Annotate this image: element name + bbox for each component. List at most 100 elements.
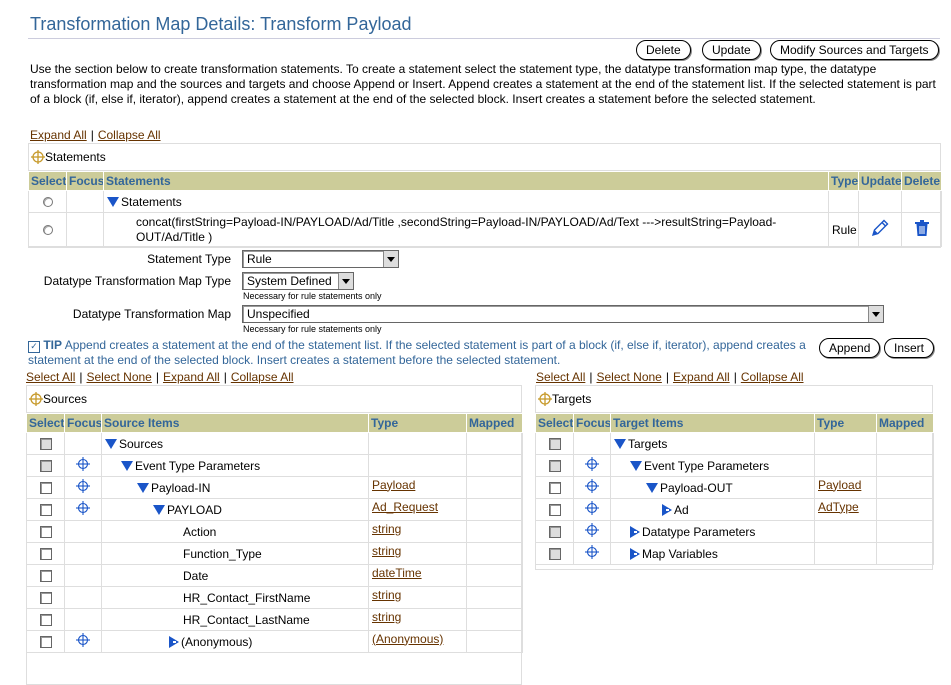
crosshair-icon[interactable] — [76, 501, 90, 515]
crosshair-icon[interactable] — [76, 479, 90, 493]
delete-button[interactable]: Delete — [636, 40, 691, 60]
tree-row: HR_Contact_LastName string — [26, 608, 523, 631]
crosshair-icon[interactable] — [585, 479, 599, 493]
crosshair-icon[interactable] — [76, 457, 90, 471]
select-checkbox[interactable] — [39, 504, 52, 517]
crosshair-icon[interactable] — [585, 457, 599, 471]
chevron-down-icon — [868, 306, 883, 322]
tree-item-label: Event Type Parameters — [644, 458, 770, 473]
type-link[interactable]: Ad_Request — [372, 500, 438, 514]
insert-button[interactable]: Insert — [884, 338, 935, 358]
statement-row: concat(firstString=Payload-IN/PAYLOAD/Ad… — [28, 212, 942, 247]
statement-type-label: Statement Type — [147, 252, 231, 266]
type-link[interactable]: string — [372, 522, 401, 536]
sources-select-all-link[interactable]: Select All — [26, 370, 75, 384]
statement-text: Statements — [121, 194, 182, 209]
crosshair-icon[interactable] — [585, 523, 599, 537]
tree-row: PAYLOAD Ad_Request — [26, 498, 523, 521]
targets-expand-all-link[interactable]: Expand All — [673, 370, 730, 384]
triangle-down-icon[interactable] — [107, 196, 119, 207]
targets-collapse-all-link[interactable]: Collapse All — [741, 370, 804, 384]
tree-item-label: Function_Type — [183, 546, 262, 561]
select-checkbox[interactable] — [39, 592, 52, 605]
sources-collapse-all-link[interactable]: Collapse All — [231, 370, 294, 384]
col-update: Update — [858, 171, 902, 191]
triangle-right-icon[interactable] — [630, 547, 640, 560]
tree-item-label: HR_Contact_FirstName — [183, 590, 311, 605]
col-select: Select — [535, 413, 574, 433]
type-link[interactable]: string — [372, 544, 401, 558]
select-checkbox[interactable] — [548, 504, 561, 517]
select-checkbox — [548, 460, 561, 473]
sources-select-none-link[interactable]: Select None — [86, 370, 151, 384]
col-type: Type — [368, 413, 467, 433]
tree-row: Payload-IN Payload — [26, 476, 523, 499]
triangle-down-icon[interactable] — [137, 482, 149, 493]
type-link[interactable]: Payload — [818, 478, 861, 492]
modify-sources-targets-button[interactable]: Modify Sources and Targets — [770, 40, 939, 60]
statements-expand-all-link[interactable]: Expand All — [30, 128, 87, 142]
sources-box-title: Sources — [43, 392, 88, 406]
select-checkbox[interactable] — [39, 548, 52, 561]
triangle-down-icon[interactable] — [630, 460, 642, 471]
type-link[interactable]: Payload — [372, 478, 415, 492]
select-checkbox[interactable] — [39, 570, 52, 583]
type-link[interactable]: AdType — [818, 500, 859, 514]
statement-radio[interactable] — [42, 225, 53, 236]
triangle-right-icon[interactable] — [169, 635, 179, 648]
tree-item-label: Sources — [119, 436, 164, 451]
select-checkbox[interactable] — [39, 636, 52, 649]
targets-select-all-link[interactable]: Select All — [536, 370, 585, 384]
statements-collapse-all-link[interactable]: Collapse All — [98, 128, 161, 142]
triangle-down-icon[interactable] — [153, 504, 165, 515]
select-checkbox — [39, 438, 52, 451]
statement-type — [828, 190, 859, 213]
triangle-down-icon[interactable] — [646, 482, 658, 493]
tree-item-label: Date — [183, 568, 209, 583]
dtm-type-label: Datatype Transformation Map Type — [43, 274, 231, 288]
col-source-items: Source Items — [101, 413, 369, 433]
select-checkbox[interactable] — [39, 526, 52, 539]
select-checkbox[interactable] — [39, 482, 52, 495]
sources-expand-all-link[interactable]: Expand All — [163, 370, 220, 384]
append-button[interactable]: Append — [819, 338, 881, 358]
crosshair-icon[interactable] — [76, 633, 90, 647]
select-checkbox — [548, 526, 561, 539]
triangle-down-icon[interactable] — [105, 438, 117, 449]
dtm-type-select[interactable]: System Defined — [242, 272, 354, 290]
triangle-right-icon[interactable] — [662, 503, 672, 516]
statements-box-header: Statements — [29, 144, 940, 171]
update-button[interactable]: Update — [702, 40, 761, 60]
targets-select-none-link[interactable]: Select None — [596, 370, 661, 384]
triangle-down-icon[interactable] — [121, 460, 133, 471]
type-link[interactable]: string — [372, 610, 401, 624]
type-link[interactable]: dateTime — [372, 566, 422, 580]
statement-row: Statements — [28, 190, 942, 213]
dtm-select[interactable]: Unspecified — [242, 305, 884, 323]
targets-table: Select Focus Target Items Type Mapped Ta… — [535, 413, 934, 565]
statement-text: concat(firstString=Payload-IN/PAYLOAD/Ad… — [103, 212, 829, 247]
sources-link-bar: Select All | Select None | Expand All | Collap… — [26, 370, 294, 384]
triangle-down-icon[interactable] — [614, 438, 626, 449]
page-title: Transformation Map Details: Transform Pa… — [30, 14, 412, 34]
tree-item-label: Payload-IN — [151, 480, 211, 495]
trash-icon[interactable] — [914, 219, 930, 237]
crosshair-icon[interactable] — [585, 545, 599, 559]
crosshair-icon — [29, 392, 43, 406]
crosshair-icon[interactable] — [585, 501, 599, 515]
tree-row: Event Type Parameters — [26, 454, 523, 477]
triangle-right-icon[interactable] — [630, 525, 640, 538]
statement-type-select[interactable]: Rule — [242, 250, 399, 268]
select-checkbox[interactable] — [39, 614, 52, 627]
tree-row: (Anonymous) (Anonymous) — [26, 630, 523, 653]
type-link[interactable]: (Anonymous) — [372, 632, 443, 646]
tree-row: Map Variables — [535, 542, 934, 565]
select-checkbox[interactable] — [548, 482, 561, 495]
pencil-icon[interactable] — [869, 217, 891, 239]
col-mapped: Mapped — [466, 413, 523, 433]
type-link[interactable]: string — [372, 588, 401, 602]
tree-item-label: HR_Contact_LastName — [183, 612, 310, 627]
statement-radio[interactable] — [42, 197, 53, 208]
statements-box-title: Statements — [45, 150, 106, 164]
tree-row: Payload-OUT Payload — [535, 476, 934, 499]
